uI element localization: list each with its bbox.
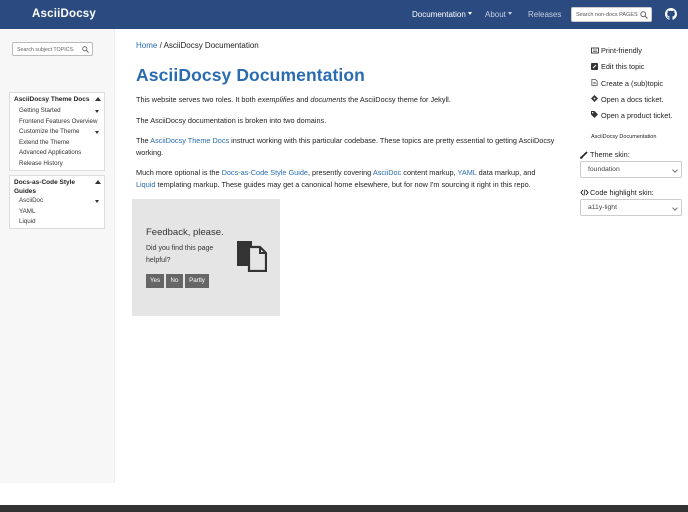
style-guide-link[interactable]: Docs-as-Code Style Guide	[222, 168, 308, 177]
feedback-yes-button[interactable]: Yes	[146, 274, 164, 288]
new-file-icon	[591, 79, 598, 86]
chevron-down-icon	[672, 205, 678, 211]
expand-icon[interactable]	[95, 131, 99, 134]
toc-section-title[interactable]: Docs-as-Code Style Guides	[14, 179, 84, 196]
edit-icon	[591, 63, 598, 70]
theme-skin-label: Theme skin:	[590, 150, 630, 159]
toc-item-extend-theme[interactable]: Extend the Theme	[19, 139, 69, 146]
open-docs-ticket-link[interactable]: Open a docs ticket.	[601, 95, 663, 104]
toc-item-release-history[interactable]: Release History	[19, 160, 63, 167]
style-guide-paragraph: Much more optional is the Docs-as-Code S…	[136, 167, 556, 191]
text: content markup,	[401, 168, 458, 177]
caret-down-icon	[467, 12, 472, 16]
text: data markup, and	[476, 168, 536, 177]
nav-releases[interactable]: Releases	[528, 10, 561, 19]
theme-docs-link[interactable]: AsciiDocsy Theme Docs	[150, 136, 229, 145]
code-skin-select[interactable]: a11y-light	[580, 199, 682, 216]
breadcrumb-current: AsciiDocsy Documentation	[163, 41, 259, 50]
breadcrumb: Home / AsciiDocsy Documentation	[136, 41, 259, 50]
text-emphasis: exemplifies	[257, 95, 295, 104]
create-subtopic-link[interactable]: Create a (sub)topic	[601, 79, 663, 88]
feedback-partly-button[interactable]: Partly	[185, 274, 209, 288]
search-icon[interactable]	[82, 46, 89, 53]
toc-item-advanced-applications[interactable]: Advanced Applications	[19, 149, 81, 156]
theme-skin-select[interactable]: foundation	[580, 161, 682, 178]
footer-bar	[0, 505, 688, 512]
theme-skin-value: foundation	[588, 166, 620, 173]
intro-paragraph: This website serves two roles. It both e…	[136, 94, 556, 106]
toc-section-style-guides: Docs-as-Code Style Guides AsciiDoc YAML …	[9, 175, 105, 229]
text: The	[136, 136, 151, 145]
print-icon	[591, 47, 599, 54]
right-sidebar-heading: AsciiDocsy Documentation	[591, 134, 657, 140]
collapse-icon[interactable]	[95, 97, 101, 101]
toc-item-getting-started[interactable]: Getting Started	[19, 107, 61, 114]
text: Much more optional is the	[136, 168, 222, 177]
toc-item-yaml[interactable]: YAML	[19, 208, 35, 215]
page-title: AsciiDocsy Documentation	[136, 65, 365, 85]
toc-item-frontend-features[interactable]: Frontend Features Overview	[19, 118, 97, 125]
text: and	[294, 95, 311, 104]
toc-section-title[interactable]: AsciiDocsy Theme Docs	[14, 96, 90, 103]
text: This website serves two roles. It both	[136, 95, 258, 104]
toc-section-theme-docs: AsciiDocsy Theme Docs Getting Started Fr…	[9, 92, 105, 171]
sidebar-search-input[interactable]	[17, 45, 81, 54]
chevron-down-icon	[672, 167, 678, 173]
collapse-icon[interactable]	[95, 180, 101, 184]
ticket-icon	[591, 95, 598, 102]
feedback-title: Feedback, please.	[146, 227, 224, 238]
nav-documentation-label: Documentation	[412, 10, 466, 19]
nav-documentation[interactable]: Documentation	[412, 10, 472, 19]
asciidoc-link[interactable]: AsciiDoc	[373, 168, 401, 177]
text: the AsciiDocsy theme for Jekyll.	[346, 95, 451, 104]
yaml-link[interactable]: YAML	[458, 168, 477, 177]
nav-search-box	[571, 7, 652, 22]
feedback-question: Did you find this page helpful?	[146, 245, 214, 264]
expand-icon[interactable]	[95, 110, 99, 113]
github-icon[interactable]	[665, 8, 677, 20]
feedback-panel: Feedback, please. Did you find this page…	[132, 199, 280, 316]
nav-search-input[interactable]	[576, 10, 642, 20]
text: , presently covering	[307, 168, 373, 177]
domains-paragraph: The AsciiDocsy documentation is broken i…	[136, 116, 327, 125]
brand-logo[interactable]: AsciiDocsy	[32, 8, 96, 20]
code-skin-label: Code highlight skin:	[590, 188, 654, 197]
theme-docs-paragraph: The AsciiDocsy Theme Docs instruct worki…	[136, 135, 556, 159]
code-skin-value: a11y-light	[588, 204, 617, 211]
top-navbar: AsciiDocsy Documentation About Releases	[0, 0, 688, 29]
left-sidebar: AsciiDocsy Theme Docs Getting Started Fr…	[0, 29, 115, 483]
document-copy-icon	[237, 241, 267, 272]
liquid-link[interactable]: Liquid	[136, 180, 155, 189]
print-friendly-link[interactable]: Print-friendly	[601, 46, 642, 55]
caret-down-icon	[507, 12, 512, 16]
text-emphasis: documents	[310, 95, 347, 104]
tag-icon	[591, 111, 598, 118]
feedback-no-button[interactable]: No	[166, 274, 183, 288]
breadcrumb-separator: /	[159, 41, 162, 50]
sidebar-search-box	[12, 42, 93, 56]
search-icon[interactable]	[640, 11, 648, 19]
text: templating markup. These guides may get …	[155, 180, 531, 189]
nav-about[interactable]: About	[485, 10, 512, 19]
paintbrush-icon	[580, 151, 588, 159]
nav-about-label: About	[485, 10, 506, 19]
toc-item-customize-theme[interactable]: Customize the Theme	[19, 128, 79, 135]
edit-topic-link[interactable]: Edit this topic	[601, 62, 644, 71]
toc-item-liquid[interactable]: Liquid	[19, 218, 36, 225]
toc-item-asciidoc[interactable]: AsciiDoc	[19, 197, 43, 204]
expand-icon[interactable]	[95, 200, 99, 203]
open-product-ticket-link[interactable]: Open a product ticket.	[601, 111, 672, 120]
breadcrumb-home-link[interactable]: Home	[136, 41, 157, 50]
code-icon	[580, 189, 589, 196]
